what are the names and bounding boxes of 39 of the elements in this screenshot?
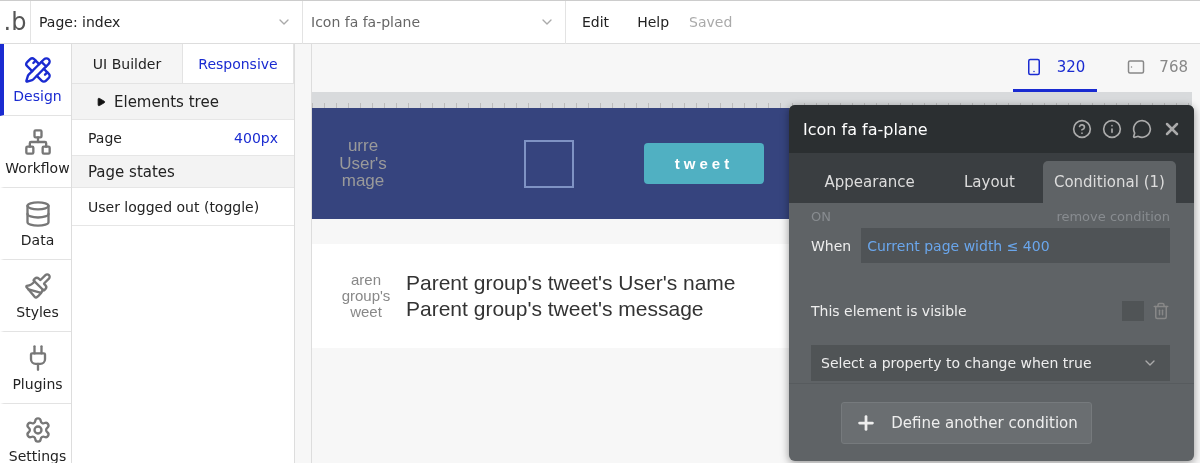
nav-tab[interactable]: Settings [0,404,71,463]
info-icon[interactable] [1102,119,1122,139]
editor-tab[interactable]: Conditional (1) [1042,161,1176,203]
save-status: Saved [688,14,734,30]
tablet-icon [1127,57,1146,76]
nav-tab[interactable]: Workflow [0,116,71,188]
menu-item[interactable]: Edit [568,14,624,30]
define-condition-button[interactable]: Define another condition [841,401,1092,444]
settings-icon [23,415,52,444]
when-label: When [811,237,852,254]
editor-tab[interactable]: Appearance [803,161,937,203]
page-select[interactable]: Page: index [30,0,302,44]
caret-icon [96,96,106,107]
property-label: This element is visible [811,303,967,319]
editor-title: Icon fa fa-plane [803,119,928,139]
help-icon[interactable] [1072,119,1092,139]
image-alt-text: urre User's mage [338,136,388,191]
paintbrush-icon [23,271,52,300]
section-title: Page states [88,162,175,181]
menu-item[interactable]: Help [623,14,684,30]
network-icon [23,127,52,156]
logo: .b [2,8,28,36]
database-icon [23,199,52,228]
comment-icon[interactable] [1132,119,1152,139]
page-width: 400px [234,129,278,146]
elements-tree-toggle[interactable]: Elements tree [72,84,294,120]
property-dropdown[interactable]: Select a property to change when true [811,345,1170,381]
nav-tab[interactable]: Data [0,188,71,260]
image-alt-text: aren group's weet [340,272,392,320]
panel-tab[interactable]: UI Builder [72,44,183,83]
nav-tab[interactable]: Styles [0,260,71,332]
tweet-text: Parent group's tweet's User's name [406,271,736,295]
page-label: Page [88,129,122,146]
tweet-text: Parent group's tweet's message [406,297,705,321]
editor-tab[interactable]: Layout [936,161,1043,203]
icon-frame [524,139,574,188]
pencil-ruler-icon [23,55,52,84]
nav-tab[interactable]: Plugins [0,332,71,404]
element-select[interactable]: Icon fa fa-plane [302,0,565,44]
